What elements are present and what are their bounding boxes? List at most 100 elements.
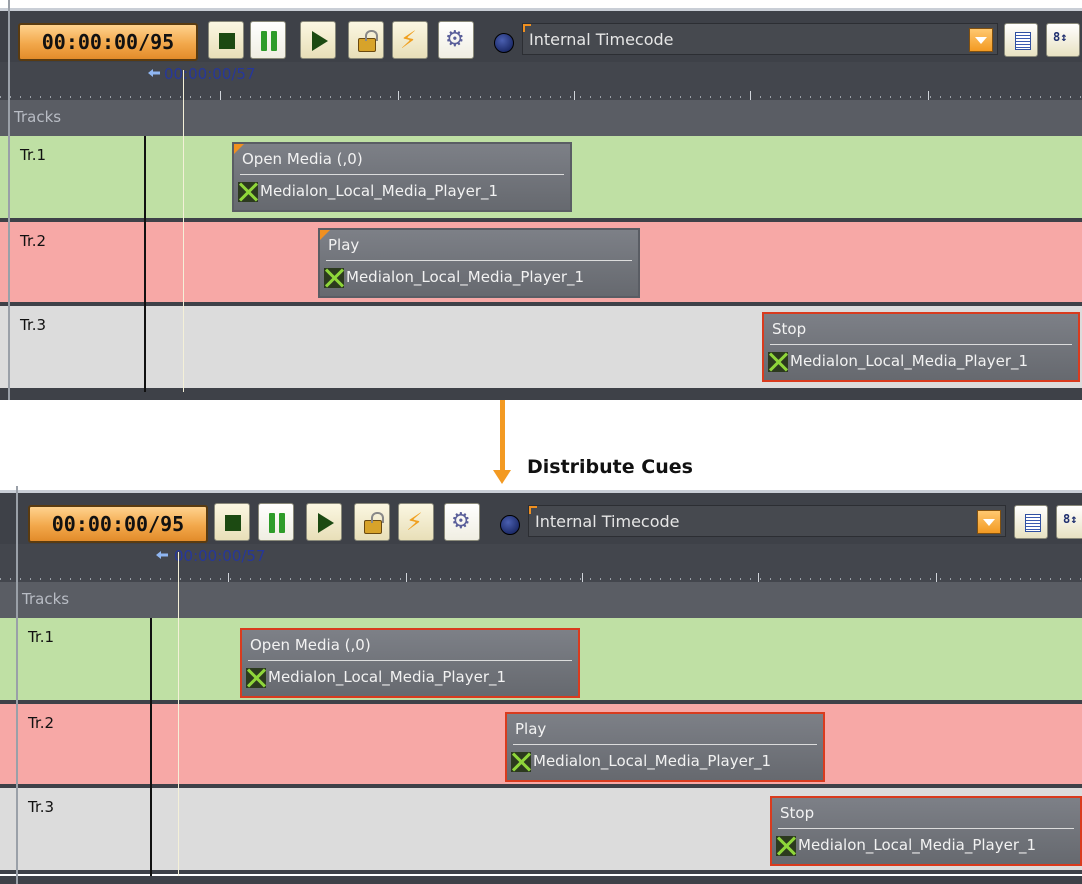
time-ruler[interactable]: 00:00:00/57 <box>0 62 1082 100</box>
link-button[interactable]: ⚙ <box>444 503 480 541</box>
ruler-major-tick <box>398 91 399 100</box>
stop-icon <box>225 515 241 531</box>
select-corner-marker <box>529 506 537 514</box>
timecode-source-select[interactable]: Internal Timecode <box>528 505 1006 537</box>
timeline-after: 00:00:00/95 ⚡ ⚙ Internal Timecode 8↕ 00:… <box>0 486 1082 884</box>
play-button[interactable] <box>300 21 336 59</box>
tracks-header: Tracks <box>0 582 1082 618</box>
stop-button[interactable] <box>208 21 244 59</box>
dropdown-arrow-icon[interactable] <box>977 510 1001 534</box>
media-player-icon <box>246 668 266 688</box>
lock-button[interactable] <box>354 503 390 541</box>
cue-block-selected[interactable]: Play Medialon_Local_Media_Player_1 <box>505 712 825 782</box>
track-name: Tr.3 <box>20 316 47 334</box>
media-player-icon <box>324 268 344 288</box>
link-icon: ⚙ <box>445 27 465 52</box>
ruler-major-tick <box>936 573 937 582</box>
cue-divider <box>248 660 572 661</box>
lock-icon <box>364 512 384 534</box>
timecode-display[interactable]: 00:00:00/95 <box>18 23 198 61</box>
stop-icon <box>219 33 235 49</box>
lock-button[interactable] <box>348 21 384 59</box>
list-view-button[interactable] <box>1014 505 1048 539</box>
cue-device-name: Medialon_Local_Media_Player_1 <box>798 836 1037 854</box>
sort-icon: 8↕ <box>1063 512 1078 526</box>
list-view-button[interactable] <box>1004 23 1038 57</box>
timecode-source-value: Internal Timecode <box>535 512 680 531</box>
cue-title: Play <box>328 236 360 254</box>
transport-toolbar: 00:00:00/95 ⚡ ⚙ Internal Timecode 8↕ <box>0 8 1082 65</box>
sort-icon: 8↕ <box>1053 30 1068 44</box>
pause-button[interactable] <box>250 21 286 59</box>
ruler-major-tick <box>582 573 583 582</box>
lightning-button[interactable]: ⚡ <box>392 21 428 59</box>
lightning-icon: ⚡ <box>400 26 417 54</box>
cue-device-name: Medialon_Local_Media_Player_1 <box>533 752 772 770</box>
tracks-header-label: Tracks <box>14 108 62 126</box>
cue-block[interactable]: Open Media (,0) Medialon_Local_Media_Pla… <box>232 142 572 212</box>
cue-device-name: Medialon_Local_Media_Player_1 <box>260 182 499 200</box>
cue-divider <box>513 744 817 745</box>
link-button[interactable]: ⚙ <box>438 21 474 59</box>
window-left-border <box>8 0 10 400</box>
track-name: Tr.3 <box>28 798 55 816</box>
time-ruler[interactable]: 00:00:00/57 <box>0 544 1082 582</box>
list-view-icon <box>1015 32 1031 50</box>
play-icon <box>318 513 334 533</box>
cue-divider <box>770 344 1072 345</box>
timeline-bottom-bar <box>0 876 1082 884</box>
select-corner-marker <box>523 24 531 32</box>
pause-button[interactable] <box>258 503 294 541</box>
lightning-button[interactable]: ⚡ <box>398 503 434 541</box>
play-button[interactable] <box>306 503 342 541</box>
media-player-icon <box>776 836 796 856</box>
playhead-line <box>178 552 179 884</box>
cue-device-name: Medialon_Local_Media_Player_1 <box>268 668 507 686</box>
cue-divider <box>778 828 1074 829</box>
sort-button[interactable]: 8↕ <box>1046 23 1080 57</box>
play-icon <box>312 31 328 51</box>
cue-divider <box>240 174 564 175</box>
track-name: Tr.1 <box>28 628 55 646</box>
track-name: Tr.2 <box>20 232 47 250</box>
cue-block-selected[interactable]: Open Media (,0) Medialon_Local_Media_Pla… <box>240 628 580 698</box>
media-player-icon <box>511 752 531 772</box>
ruler-major-tick <box>220 91 221 100</box>
timecode-source-value: Internal Timecode <box>529 30 674 49</box>
cue-device-name: Medialon_Local_Media_Player_1 <box>790 352 1029 370</box>
ruler-major-tick <box>406 573 407 582</box>
ruler-position-label: 00:00:00/57 <box>164 65 256 83</box>
timecode-display[interactable]: 00:00:00/95 <box>28 505 208 543</box>
track-header-divider <box>150 618 152 884</box>
cue-block-selected[interactable]: Stop Medialon_Local_Media_Player_1 <box>770 796 1082 866</box>
track-name: Tr.2 <box>28 714 55 732</box>
sort-button[interactable]: 8↕ <box>1056 505 1082 539</box>
link-icon: ⚙ <box>451 509 471 534</box>
timecode-globe-icon <box>494 33 514 53</box>
ruler-minor-ticks <box>0 96 1082 98</box>
ruler-major-tick <box>228 573 229 582</box>
ruler-major-tick <box>928 91 929 100</box>
dropdown-arrow-icon[interactable] <box>969 28 993 52</box>
stop-button[interactable] <box>214 503 250 541</box>
transport-toolbar: 00:00:00/95 ⚡ ⚙ Internal Timecode 8↕ <box>0 490 1082 547</box>
lock-icon <box>358 30 378 52</box>
cue-block-selected[interactable]: Stop Medialon_Local_Media_Player_1 <box>762 312 1080 382</box>
cue-title: Stop <box>772 320 807 338</box>
transition-label: Distribute Cues <box>527 456 693 478</box>
cue-block[interactable]: Play Medialon_Local_Media_Player_1 <box>318 228 640 298</box>
cue-title: Open Media (,0) <box>250 636 371 654</box>
ruler-major-tick <box>750 91 751 100</box>
transition-arrow: Distribute Cues <box>0 400 1082 486</box>
playhead-line <box>183 70 184 400</box>
ruler-major-tick <box>574 91 575 100</box>
cue-divider <box>326 260 632 261</box>
ruler-position-label: 00:00:00/57 <box>174 547 266 565</box>
cue-title: Open Media (,0) <box>242 150 363 168</box>
timecode-source-select[interactable]: Internal Timecode <box>522 23 998 55</box>
window-left-border <box>16 486 18 884</box>
timecode-globe-icon <box>500 515 520 535</box>
ruler-cursor-arrow-icon <box>148 69 160 77</box>
timeline-bottom-bar <box>0 392 1082 400</box>
list-view-icon <box>1025 514 1041 532</box>
